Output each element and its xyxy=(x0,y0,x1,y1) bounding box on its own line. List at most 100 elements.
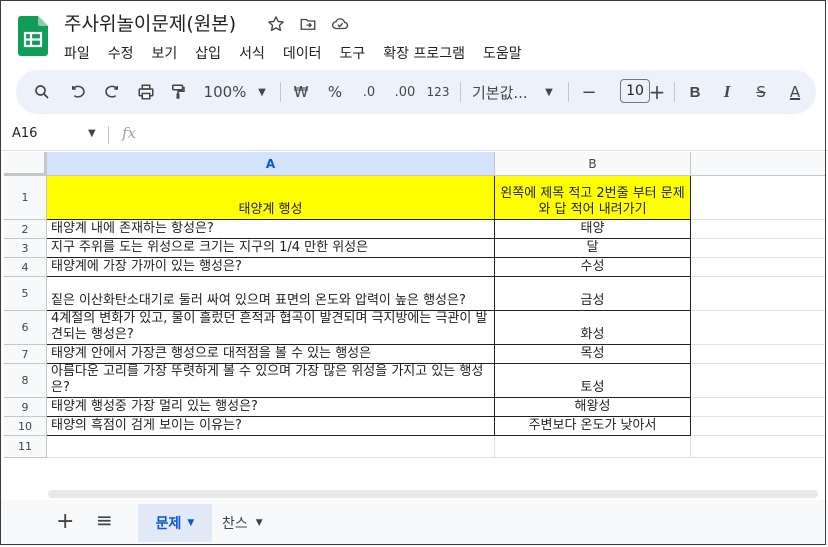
menu-help[interactable]: 도움말 xyxy=(483,43,522,63)
search-icon[interactable] xyxy=(30,70,54,114)
name-box[interactable]: A16 xyxy=(12,126,37,141)
horizontal-scrollbar[interactable] xyxy=(48,490,818,498)
row-header[interactable]: 11 xyxy=(4,436,47,458)
cell-a1[interactable]: 태양계 행성 xyxy=(47,176,495,220)
chevron-down-icon[interactable]: ▼ xyxy=(256,518,263,528)
cell-b6[interactable]: 화성 xyxy=(495,311,691,345)
zoom-chevron-down-icon[interactable]: ▼ xyxy=(254,70,270,114)
menu-insert[interactable]: 삽입 xyxy=(195,43,221,63)
strikethrough-button[interactable]: S xyxy=(750,70,772,114)
sheet-tab-label: 찬스 xyxy=(222,516,248,532)
currency-format-button[interactable]: ₩ xyxy=(290,70,312,114)
cell-a11[interactable] xyxy=(47,436,495,458)
redo-icon[interactable] xyxy=(100,70,124,114)
menu-format[interactable]: 서식 xyxy=(239,43,265,63)
cell-a8[interactable]: 아름다운 고리를 가장 뚜렷하게 볼 수 있으며 가장 많은 위성을 가지고 있… xyxy=(47,364,495,398)
zoom-select[interactable]: 100% xyxy=(202,70,248,114)
all-sheets-button[interactable]: ≡ xyxy=(96,508,113,532)
star-icon[interactable] xyxy=(265,13,287,35)
cell-a10[interactable]: 태양의 흑점이 검게 보이는 이유는? xyxy=(47,417,495,436)
sheet-tab-active[interactable]: 문제 ▼ xyxy=(138,504,212,542)
italic-button[interactable]: I xyxy=(716,70,738,114)
cell-b10[interactable]: 주변보다 온도가 낮아서 xyxy=(495,417,691,436)
row-header[interactable]: 4 xyxy=(4,258,47,277)
cell-c2[interactable] xyxy=(691,220,826,239)
cloud-status-icon[interactable] xyxy=(329,13,351,35)
menu-bar: 파일 수정 보기 삽입 서식 데이터 도구 확장 프로그램 도움말 xyxy=(64,43,540,63)
decrease-font-size-button[interactable]: − xyxy=(578,70,600,114)
cell-c3[interactable] xyxy=(691,239,826,258)
cell-c7[interactable] xyxy=(691,345,826,364)
font-chevron-down-icon[interactable]: ▼ xyxy=(542,70,556,114)
cell-c4[interactable] xyxy=(691,258,826,277)
cell-c5[interactable] xyxy=(691,277,826,311)
cell-b1[interactable]: 왼쪽에 제목 적고 2번줄 부터 문제와 답 적어 내려가기 xyxy=(495,176,691,220)
cell-b3[interactable]: 달 xyxy=(495,239,691,258)
cell-b8[interactable]: 토성 xyxy=(495,364,691,398)
cell-b2[interactable]: 태양 xyxy=(495,220,691,239)
cell-c8[interactable] xyxy=(691,364,826,398)
fx-icon: fx xyxy=(122,124,137,142)
row-header[interactable]: 8 xyxy=(4,364,47,398)
row-header[interactable]: 7 xyxy=(4,345,47,364)
cell-c10[interactable] xyxy=(691,417,826,436)
sheets-logo-icon[interactable] xyxy=(18,16,48,56)
menu-tools[interactable]: 도구 xyxy=(339,43,365,63)
cell-c9[interactable] xyxy=(691,398,826,417)
menu-view[interactable]: 보기 xyxy=(152,43,178,63)
paint-format-icon[interactable] xyxy=(166,70,190,114)
cell-b7[interactable]: 목성 xyxy=(495,345,691,364)
cell-c6[interactable] xyxy=(691,311,826,345)
toolbar: 100% ▼ ₩ % .0 .00 123 기본값... ▼ − 10 + B … xyxy=(16,70,816,114)
decrease-decimal-label: .0 xyxy=(362,84,376,100)
row-header[interactable]: 5 xyxy=(4,277,47,311)
text-color-button[interactable]: A xyxy=(784,70,806,114)
document-title[interactable]: 주사위놀이문제(원본) xyxy=(64,9,236,36)
move-folder-icon[interactable] xyxy=(297,13,319,35)
row-header[interactable]: 3 xyxy=(4,239,47,258)
chevron-down-icon[interactable]: ▼ xyxy=(187,518,194,528)
increase-font-size-button[interactable]: + xyxy=(646,70,668,114)
sheet-tab-label: 문제 xyxy=(155,516,182,532)
cell-c1[interactable] xyxy=(691,176,826,220)
sheet-tab[interactable]: 찬스 ▼ xyxy=(222,504,263,542)
column-header-a[interactable]: A xyxy=(47,152,495,176)
undo-icon[interactable] xyxy=(66,70,90,114)
print-icon[interactable] xyxy=(134,70,158,114)
column-header-c[interactable] xyxy=(691,152,826,176)
increase-decimal-label: .00 xyxy=(394,84,416,100)
cell-a5[interactable]: 짙은 이산화탄소대기로 둘러 싸여 있으며 표면의 온도와 압력이 높은 행성은… xyxy=(47,277,495,311)
formula-bar: A16 ▼ fx xyxy=(0,120,828,151)
column-header-b[interactable]: B xyxy=(495,152,691,176)
increase-decimal-button[interactable]: .00 xyxy=(390,70,420,114)
more-formats-button[interactable]: 123 xyxy=(424,70,452,114)
row-header[interactable]: 6 xyxy=(4,311,47,345)
percent-format-button[interactable]: % xyxy=(324,70,346,114)
add-sheet-button[interactable]: + xyxy=(56,509,74,534)
cell-a6[interactable]: 4계절의 변화가 있고, 물이 흘렀던 흔적과 협곡이 발견되며 극지방에는 극… xyxy=(47,311,495,345)
menu-data[interactable]: 데이터 xyxy=(283,43,322,63)
row-header[interactable]: 9 xyxy=(4,398,47,417)
cell-a7[interactable]: 태양계 안에서 가장큰 행성으로 대적점을 볼 수 있는 행성은 xyxy=(47,345,495,364)
menu-extensions[interactable]: 확장 프로그램 xyxy=(383,43,465,63)
select-all-corner[interactable] xyxy=(4,152,47,176)
row-header[interactable]: 2 xyxy=(4,220,47,239)
row-header[interactable]: 10 xyxy=(4,417,47,436)
bold-button[interactable]: B xyxy=(684,70,706,114)
cell-c11[interactable] xyxy=(691,436,826,458)
cell-a2[interactable]: 태양계 내에 존재하는 항성은? xyxy=(47,220,495,239)
cell-a3[interactable]: 지구 주위를 도는 위성으로 크기는 지구의 1/4 만한 위성은 xyxy=(47,239,495,258)
cell-b4[interactable]: 수성 xyxy=(495,258,691,277)
font-family-select[interactable]: 기본값... xyxy=(472,70,536,114)
cell-b5[interactable]: 금성 xyxy=(495,277,691,311)
cell-a9[interactable]: 태양계 행성중 가장 멀리 있는 행성은? xyxy=(47,398,495,417)
menu-file[interactable]: 파일 xyxy=(64,43,90,63)
cell-b9[interactable]: 해왕성 xyxy=(495,398,691,417)
cell-b11[interactable] xyxy=(495,436,691,458)
decrease-decimal-button[interactable]: .0 xyxy=(356,70,382,114)
menu-edit[interactable]: 수정 xyxy=(108,43,134,63)
row-header[interactable]: 1 xyxy=(4,176,47,220)
sheet-bar: + ≡ 문제 ▼ 찬스 ▼ xyxy=(0,500,828,546)
name-box-chevron-down-icon[interactable]: ▼ xyxy=(88,128,96,139)
cell-a4[interactable]: 태양계에 가장 가까이 있는 행성은? xyxy=(47,258,495,277)
